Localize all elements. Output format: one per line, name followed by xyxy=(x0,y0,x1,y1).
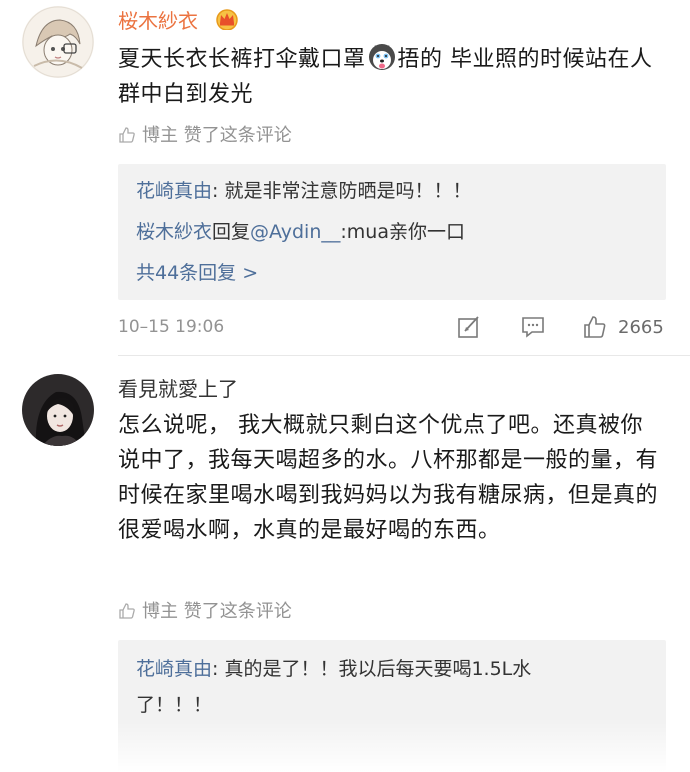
reply-box: 花崎真由: 就是非常注意防晒是吗！！！ 桜木紗衣回复@Aydin__:mua亲你… xyxy=(118,164,666,300)
like-count: 2665 xyxy=(618,317,664,338)
bottom-fade xyxy=(0,722,690,772)
reply-text: 真的是了！！我以后每天要喝1.5L水 xyxy=(224,658,532,680)
username[interactable]: 桜木紗衣 xyxy=(118,8,198,34)
comment-footer: 10–15 19:06 2665 xyxy=(118,314,666,344)
username[interactable]: 看見就愛上了 xyxy=(118,376,238,402)
reply-text-continued: 了！！！ xyxy=(136,694,213,716)
reply-item: 桜木紗衣回复@Aydin__:mua亲你一口 xyxy=(136,221,465,243)
author-liked-hint: 博主 赞了这条评论 xyxy=(118,600,292,624)
reply-text: :mua亲你一口 xyxy=(340,221,465,243)
husky-emoji-icon xyxy=(368,44,395,70)
thumbs-up-icon xyxy=(119,127,135,143)
reply-text: 就是非常注意防晒是吗！！！ xyxy=(224,180,472,202)
comment-icon[interactable] xyxy=(520,314,546,340)
divider xyxy=(118,355,690,356)
like-icon[interactable] xyxy=(582,314,608,340)
reply-item: 花崎真由: 真的是了！！我以后每天要喝1.5L水 xyxy=(136,658,532,680)
comment-text: 夏天长衣长裤打伞戴口罩 捂的 毕业照的时候站在人群中白到发光 xyxy=(118,42,674,112)
reply-author[interactable]: 花崎真由 xyxy=(136,180,212,202)
repost-icon[interactable] xyxy=(456,314,482,340)
reply-author[interactable]: 桜木紗衣 xyxy=(136,221,212,243)
thumbs-up-icon xyxy=(119,603,135,619)
avatar[interactable] xyxy=(22,374,94,446)
comment-text: 怎么说呢， 我大概就只剩白这个优点了吧。还真被你说中了，我每天喝超多的水。八杯那… xyxy=(118,413,659,543)
avatar[interactable] xyxy=(22,6,94,78)
author-liked-hint: 博主 赞了这条评论 xyxy=(118,124,292,148)
reply-item: 花崎真由: 就是非常注意防晒是吗！！！ xyxy=(136,180,472,202)
reply-author[interactable]: 花崎真由 xyxy=(136,658,212,680)
more-replies-link[interactable]: 共44条回复 > xyxy=(136,260,258,286)
crown-icon xyxy=(216,9,238,30)
timestamp: 10–15 19:06 xyxy=(118,317,225,337)
reply-mention[interactable]: @Aydin__ xyxy=(250,221,340,243)
